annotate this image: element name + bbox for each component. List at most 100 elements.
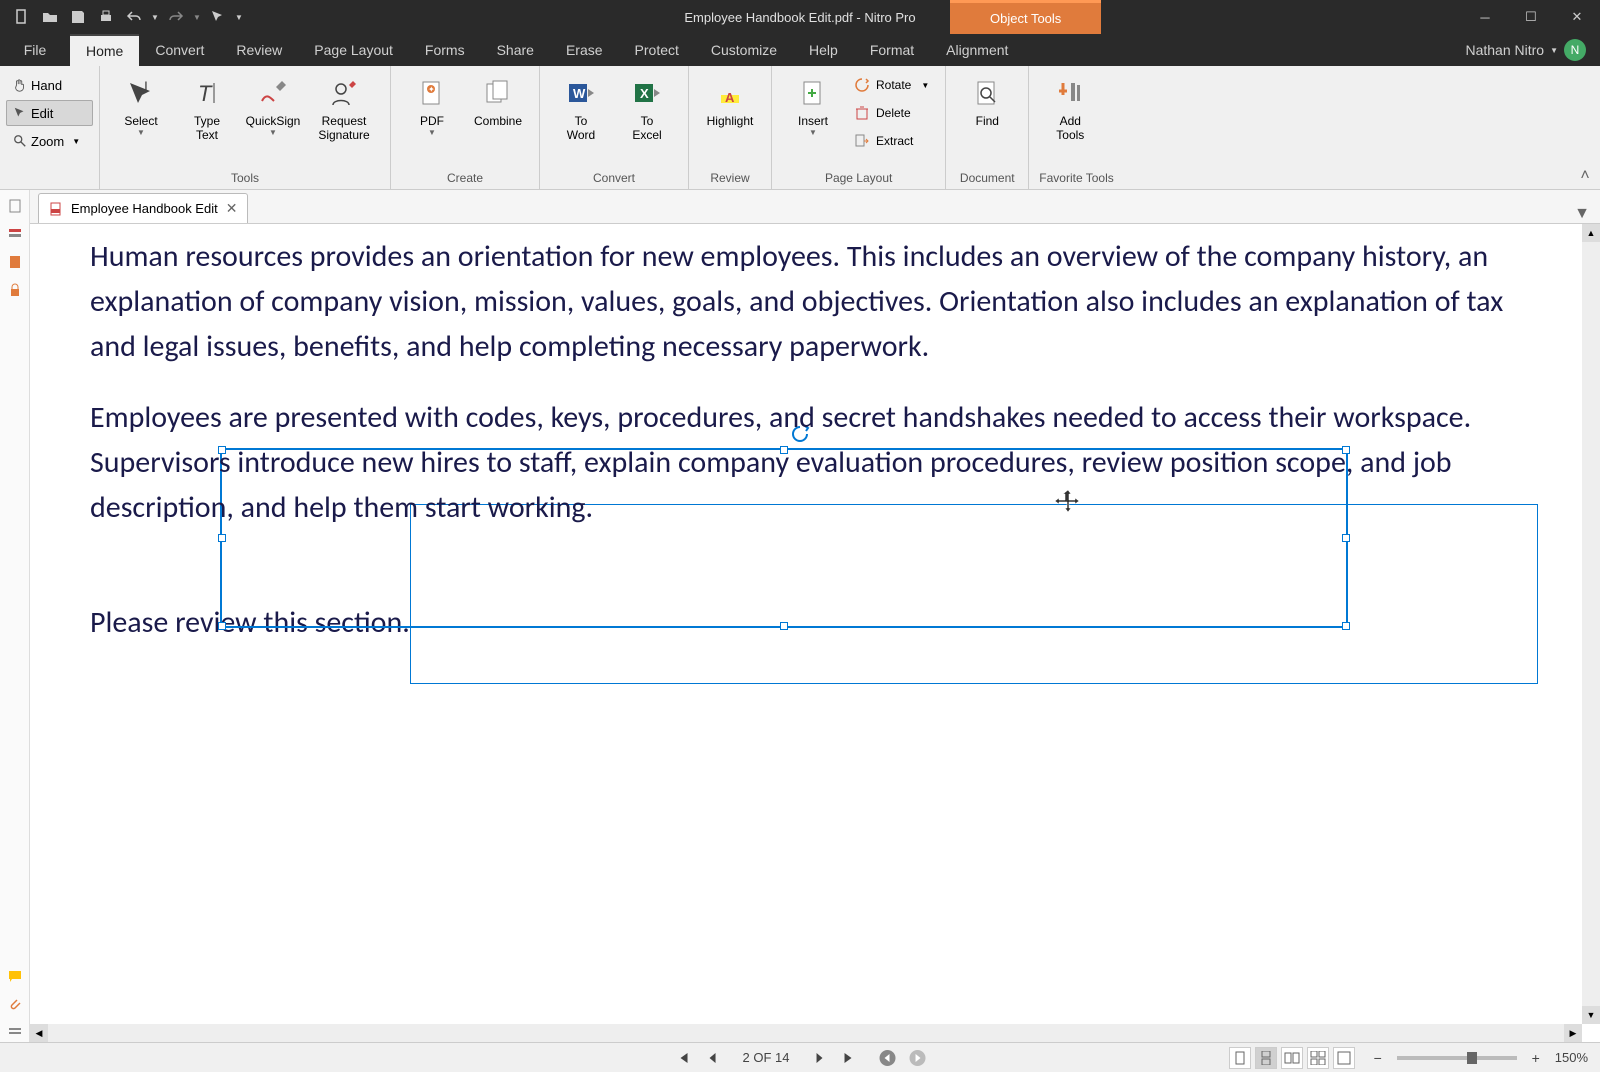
pdf-button[interactable]: ✦PDF▼ (401, 72, 463, 141)
zoom-out-icon[interactable]: − (1369, 1049, 1387, 1067)
minimize-button[interactable]: ─ (1462, 0, 1508, 34)
tab-customize[interactable]: Customize (695, 34, 793, 66)
pdf-file-icon (49, 202, 63, 216)
tab-page-layout[interactable]: Page Layout (298, 34, 409, 66)
prev-view-icon[interactable] (877, 1048, 897, 1068)
single-page-view-icon[interactable] (1229, 1047, 1251, 1069)
svg-text:X: X (640, 86, 649, 101)
find-button[interactable]: Find (956, 72, 1018, 132)
print-icon[interactable] (94, 5, 118, 29)
zoom-slider[interactable] (1397, 1056, 1517, 1060)
mode-group: Hand Edit Zoom▼ (0, 66, 100, 189)
close-button[interactable]: ✕ (1554, 0, 1600, 34)
extract-button[interactable]: Extract (848, 128, 935, 154)
pdf-icon: ✦ (414, 76, 450, 112)
attachments-panel-icon[interactable] (5, 994, 25, 1014)
tab-forms[interactable]: Forms (409, 34, 481, 66)
ribbon-group-create: ✦PDF▼ Combine Create (391, 66, 540, 189)
facing-view-icon[interactable] (1281, 1047, 1303, 1069)
output-panel-icon[interactable] (5, 1022, 25, 1042)
add-tools-button[interactable]: Add Tools (1039, 72, 1101, 146)
highlight-button[interactable]: AHighlight (699, 72, 761, 132)
delete-icon (854, 105, 870, 121)
zoom-in-icon[interactable]: + (1527, 1049, 1545, 1067)
document-view[interactable]: Human resources provides an orientation … (30, 224, 1600, 1042)
drag-preview-box (410, 504, 1538, 684)
tab-help[interactable]: Help (793, 34, 854, 66)
save-icon[interactable] (66, 5, 90, 29)
scroll-left-icon[interactable]: ◀ (30, 1024, 48, 1042)
vertical-scrollbar[interactable]: ▲ ▼ (1582, 224, 1600, 1024)
security-panel-icon[interactable] (5, 280, 25, 300)
paragraph-2: Employees are presented with codes, keys… (90, 395, 1540, 530)
ribbon-group-review: AHighlight Review (689, 66, 772, 189)
scroll-right-icon[interactable]: ▶ (1564, 1024, 1582, 1042)
maximize-button[interactable]: ☐ (1508, 0, 1554, 34)
layers-panel-icon[interactable] (5, 252, 25, 272)
comments-panel-icon[interactable] (5, 966, 25, 986)
scroll-up-icon[interactable]: ▲ (1582, 224, 1600, 242)
svg-text:A: A (725, 90, 735, 105)
to-excel-button[interactable]: XTo Excel (616, 72, 678, 146)
select-button[interactable]: ISelect▼ (110, 72, 172, 141)
quicksign-button[interactable]: QuickSign▼ (242, 72, 304, 141)
fullscreen-view-icon[interactable] (1333, 1047, 1355, 1069)
scroll-down-icon[interactable]: ▼ (1582, 1006, 1600, 1024)
bookmarks-panel-icon[interactable] (5, 224, 25, 244)
type-text-button[interactable]: TType Text (176, 72, 238, 146)
tab-alignment[interactable]: Alignment (930, 34, 1024, 66)
tab-convert[interactable]: Convert (139, 34, 220, 66)
edit-mode-button[interactable]: Edit (6, 100, 93, 126)
tab-review[interactable]: Review (220, 34, 298, 66)
context-tab-object-tools[interactable]: Object Tools (950, 0, 1101, 34)
tab-home[interactable]: Home (70, 34, 139, 66)
status-bar-right: − + 150% (1229, 1047, 1600, 1069)
combine-button[interactable]: Combine (467, 72, 529, 132)
qat-dropdown-icon[interactable]: ▼ (234, 5, 244, 29)
last-page-icon[interactable] (839, 1048, 859, 1068)
collapse-ribbon-icon[interactable]: ˄ (1576, 167, 1594, 185)
user-avatar: N (1564, 39, 1586, 61)
pages-panel-icon[interactable] (5, 196, 25, 216)
open-folder-icon[interactable] (38, 5, 62, 29)
close-tab-icon[interactable]: ✕ (226, 200, 238, 217)
horizontal-scrollbar[interactable]: ◀ ▶ (30, 1024, 1582, 1042)
insert-icon (795, 76, 831, 112)
page-indicator: 2 OF 14 (743, 1050, 790, 1065)
file-menu[interactable]: File (0, 34, 70, 66)
tab-share[interactable]: Share (481, 34, 550, 66)
prev-page-icon[interactable] (703, 1048, 723, 1068)
svg-text:I: I (144, 79, 148, 94)
redo-icon[interactable] (164, 5, 188, 29)
zoom-mode-button[interactable]: Zoom▼ (6, 128, 93, 154)
tab-format[interactable]: Format (854, 34, 930, 66)
user-menu[interactable]: Nathan Nitro ▼ N (1465, 34, 1600, 66)
rotate-button[interactable]: Rotate▼ (848, 72, 935, 98)
next-view-icon[interactable] (907, 1048, 927, 1068)
tab-overflow-icon[interactable]: ▼ (1574, 205, 1590, 223)
undo-icon[interactable] (122, 5, 146, 29)
document-tab-label: Employee Handbook Edit (71, 201, 218, 216)
request-signature-button[interactable]: Request Signature (308, 72, 380, 146)
continuous-view-icon[interactable] (1255, 1047, 1277, 1069)
highlight-icon: A (712, 76, 748, 112)
status-bar: 2 OF 14 − + 150% (0, 1042, 1600, 1072)
undo-dropdown-icon[interactable]: ▼ (150, 5, 160, 29)
facing-continuous-view-icon[interactable] (1307, 1047, 1329, 1069)
to-word-button[interactable]: WTo Word (550, 72, 612, 146)
first-page-icon[interactable] (673, 1048, 693, 1068)
group-label-review: Review (699, 169, 761, 187)
new-file-icon[interactable] (10, 5, 34, 29)
document-tab[interactable]: Employee Handbook Edit ✕ (38, 193, 248, 223)
delete-button[interactable]: Delete (848, 100, 935, 126)
tab-protect[interactable]: Protect (619, 34, 695, 66)
ribbon-group-tools: ISelect▼ TType Text QuickSign▼ Request S… (100, 66, 391, 189)
redo-dropdown-icon[interactable]: ▼ (192, 5, 202, 29)
select-tool-icon[interactable] (206, 5, 230, 29)
extract-icon (854, 133, 870, 149)
next-page-icon[interactable] (809, 1048, 829, 1068)
hand-mode-button[interactable]: Hand (6, 72, 93, 98)
page-navigation: 2 OF 14 (673, 1048, 928, 1068)
insert-button[interactable]: Insert▼ (782, 72, 844, 141)
tab-erase[interactable]: Erase (550, 34, 619, 66)
